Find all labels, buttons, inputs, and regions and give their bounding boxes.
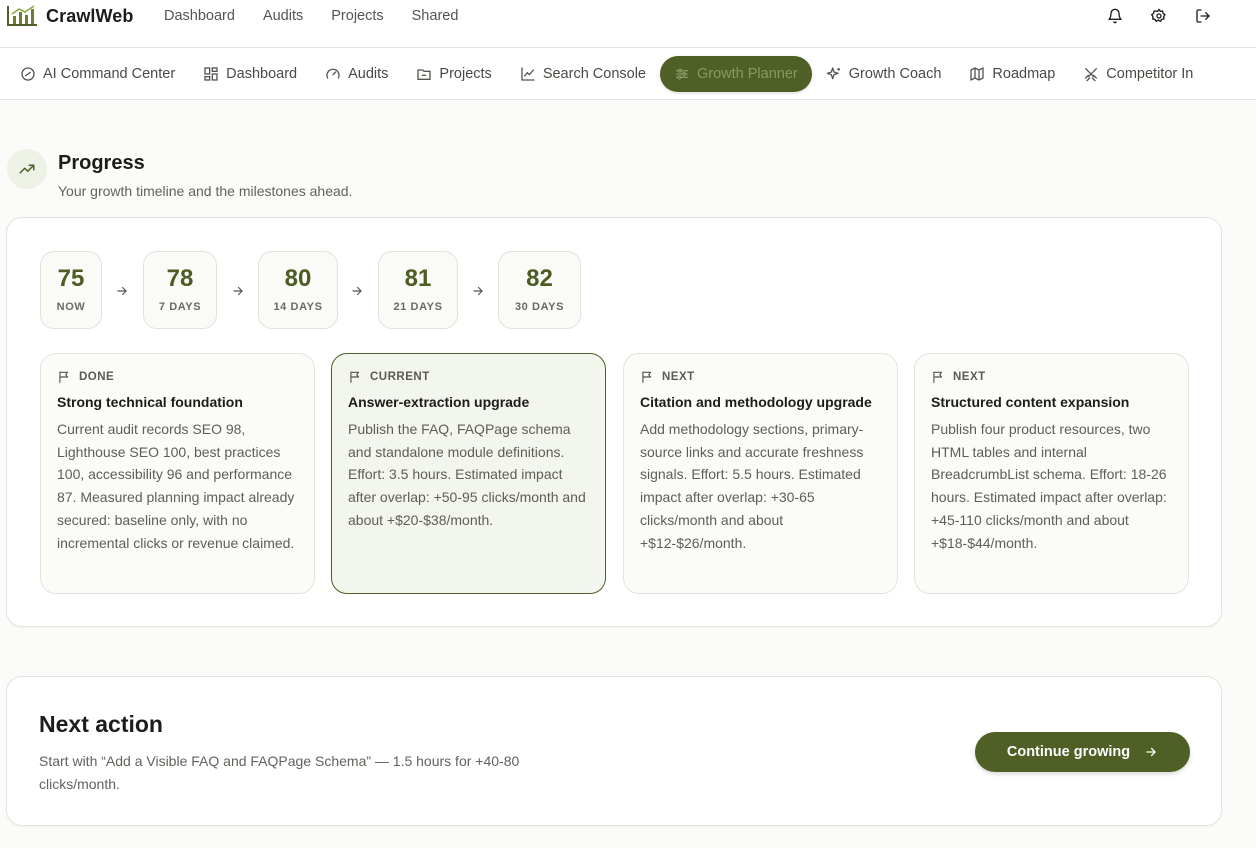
- score-value: 82: [526, 265, 553, 292]
- brand[interactable]: CrawlWeb: [6, 4, 134, 28]
- sparkles-icon: [826, 66, 842, 82]
- top-nav-shared[interactable]: Shared: [412, 8, 459, 24]
- tab-growth-coach[interactable]: Growth Coach: [812, 56, 956, 92]
- arrow-right-icon: [350, 284, 364, 298]
- trending-up-icon: [7, 149, 47, 189]
- progress-title: Progress: [58, 152, 145, 174]
- milestone-title: Strong technical foundation: [57, 394, 243, 410]
- arrow-right-icon: [1144, 745, 1158, 759]
- score-label: 7 DAYS: [158, 301, 202, 313]
- milestone-status: DONE: [79, 371, 115, 383]
- gauge-icon: [325, 66, 341, 82]
- score-7-days: 78 7 DAYS: [143, 251, 217, 329]
- next-action-description: Start with “Add a Visible FAQ and FAQPag…: [39, 753, 520, 792]
- next-action-title: Next action: [39, 711, 163, 737]
- milestone-card-current: CURRENT Answer-extraction upgrade Publis…: [331, 353, 606, 594]
- arrow-right-icon: [231, 284, 245, 298]
- score-label: 30 DAYS: [514, 301, 565, 313]
- tab-label: Projects: [439, 66, 492, 82]
- tab-growth-planner[interactable]: Growth Planner: [659, 56, 812, 92]
- folder-icon: [416, 66, 432, 82]
- bar-chart-logo-icon: [6, 4, 38, 28]
- flag-icon: [348, 370, 362, 384]
- line-chart-icon: [520, 66, 536, 82]
- top-bar: CrawlWeb Dashboard Audits Projects Share…: [0, 0, 1256, 48]
- score-label: 21 DAYS: [393, 301, 443, 313]
- progress-subtitle: Your growth timeline and the milestones …: [58, 183, 353, 199]
- tab-projects[interactable]: Projects: [402, 56, 505, 92]
- brand-name: CrawlWeb: [46, 5, 134, 26]
- gear-icon[interactable]: [1150, 6, 1168, 26]
- score-value: 81: [404, 265, 432, 292]
- tab-label: Competitor In: [1106, 66, 1194, 82]
- milestone-description: Publish the FAQ, FAQPage schema and stan…: [348, 421, 586, 528]
- sliders-icon: [674, 66, 690, 82]
- progress-card: 75 NOW 78 7 DAYS 80 14 DAYS 81 21 DAYS 8…: [6, 217, 1222, 627]
- tab-label: Search Console: [542, 66, 646, 82]
- milestone-status: NEXT: [953, 371, 986, 383]
- tab-label: Growth Planner: [696, 66, 798, 82]
- tab-audits[interactable]: Audits: [311, 56, 402, 92]
- score-21-days: 81 21 DAYS: [378, 251, 458, 329]
- top-nav-dashboard[interactable]: Dashboard: [164, 8, 235, 24]
- milestone-title: Citation and methodology upgrade: [640, 394, 872, 410]
- tab-bar: AI Command Center Dashboard Audits Proje…: [0, 48, 1256, 100]
- bell-icon[interactable]: [1106, 6, 1124, 26]
- tab-competitor-insights[interactable]: Competitor In: [1069, 56, 1207, 92]
- tab-dashboard[interactable]: Dashboard: [189, 56, 311, 92]
- top-nav-audits[interactable]: Audits: [263, 8, 303, 24]
- crossed-swords-icon: [1083, 66, 1099, 82]
- next-action-card: Next action Start with “Add a Visible FA…: [6, 676, 1222, 826]
- milestone-card: NEXT Citation and methodology upgrade Ad…: [623, 353, 898, 594]
- milestone-status: CURRENT: [370, 371, 430, 383]
- grid-icon: [203, 66, 219, 82]
- flag-icon: [640, 370, 654, 384]
- button-label: Continue growing: [1006, 744, 1131, 760]
- milestone-title: Answer-extraction upgrade: [348, 394, 530, 410]
- tab-label: Audits: [348, 66, 389, 82]
- milestone-description: Add methodology sections, primary-source…: [640, 421, 864, 551]
- score-label: NOW: [56, 301, 86, 313]
- tab-label: AI Command Center: [43, 66, 176, 82]
- logout-icon[interactable]: [1194, 6, 1212, 26]
- score-label: 14 DAYS: [273, 301, 323, 313]
- score-value: 80: [284, 265, 312, 292]
- top-icons: [1106, 6, 1212, 26]
- map-icon: [969, 66, 985, 82]
- milestone-status: NEXT: [662, 371, 695, 383]
- score-14-days: 80 14 DAYS: [258, 251, 338, 329]
- arrow-right-icon: [471, 284, 485, 298]
- milestone-card: NEXT Structured content expansion Publis…: [914, 353, 1189, 594]
- tab-roadmap[interactable]: Roadmap: [955, 56, 1069, 92]
- arrow-right-icon: [115, 284, 129, 298]
- milestone-title: Structured content expansion: [931, 394, 1130, 410]
- tab-label: Dashboard: [226, 66, 298, 82]
- flag-icon: [931, 370, 945, 384]
- continue-growing-button[interactable]: Continue growing: [975, 732, 1190, 772]
- score-now: 75 NOW: [40, 251, 102, 329]
- tab-label: Growth Coach: [848, 66, 942, 82]
- flag-icon: [57, 370, 71, 384]
- score-value: 75: [57, 265, 85, 292]
- milestone-card: DONE Strong technical foundation Current…: [40, 353, 315, 594]
- score-value: 78: [166, 265, 194, 292]
- tab-label: Roadmap: [992, 66, 1056, 82]
- top-nav: Dashboard Audits Projects Shared: [164, 0, 486, 32]
- tab-search-console[interactable]: Search Console: [506, 56, 660, 92]
- target-icon: [20, 66, 36, 82]
- top-nav-projects[interactable]: Projects: [331, 8, 383, 24]
- milestone-description: Current audit records SEO 98, Lighthouse…: [57, 421, 295, 551]
- milestone-description: Publish four product resources, two HTML…: [931, 421, 1167, 551]
- score-30-days: 82 30 DAYS: [498, 251, 581, 329]
- tab-ai-command-center[interactable]: AI Command Center: [20, 56, 189, 92]
